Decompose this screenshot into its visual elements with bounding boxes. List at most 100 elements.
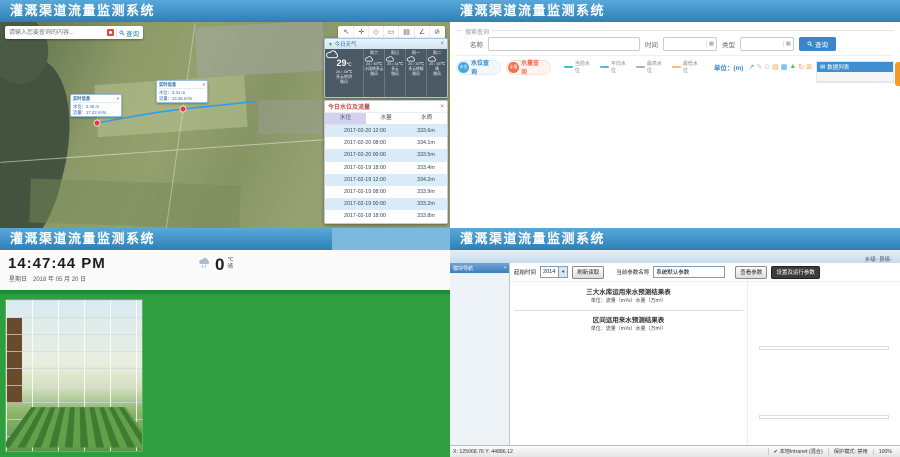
table-row[interactable]: 2017-02-19 00:00333.2m (325, 198, 447, 210)
type-label: 类型 (722, 39, 735, 49)
target-icon[interactable]: ⊙ (764, 63, 770, 71)
trend-icon[interactable]: ↗ (748, 63, 754, 71)
app-header: 灌溉渠道流量监测系统 (450, 228, 900, 250)
status-bar: X: 125068.76 Y: 44886.12 ✔ 本地Intranet (混… (450, 445, 900, 457)
interval-table-unit: 单位：流量（m³/s）水量（万m³） (514, 325, 743, 332)
start-time-label: 起始时间 (514, 268, 536, 276)
station-marker[interactable] (180, 106, 186, 112)
page-title: 灌溉渠道流量监测系统 (10, 231, 155, 246)
outdoor-temp-value: 0 (215, 257, 224, 273)
export-icon[interactable]: ⊞ (806, 63, 812, 71)
reservoir-chart-legend (759, 346, 889, 350)
refresh-icon[interactable]: ↻ (798, 63, 804, 71)
station-callout[interactable]: 实时信息 × 水位：2.31 m 流量：13.25 m³/s (156, 80, 208, 103)
interval-bar-chart (749, 353, 899, 415)
legend-label: 平均水位 (611, 60, 631, 74)
satellite-map[interactable]: 查询 ↖✛◇▭▤∠⊘ ▼ 今日天气 × 29℃ 26 / 35℃ 多云转阴 (0, 22, 450, 228)
interval-table-title: 区间运用来水预测结果表 (514, 314, 743, 324)
report-content: 三大水库运用来水预测结果表 单位：流量（m³/s）水量（万m³） 区间运用来水预… (510, 282, 900, 446)
calendar-icon[interactable]: ▦ (706, 41, 716, 47)
level-table-body: 2017-02-20 12:00333.6m2017-02-20 08:0033… (325, 125, 447, 223)
table-row[interactable]: 2017-02-19 18:00333.4m (325, 162, 447, 174)
level-query-pill[interactable]: 水位 水位查询 (456, 60, 501, 75)
weather-tri-icon: ▼ (328, 42, 333, 48)
forecast-wind: 微风 (385, 72, 405, 77)
table-row[interactable]: 2017-02-19 12:00334.2m (325, 174, 447, 186)
table-row[interactable]: 2017-02-18 18:00333.8m (325, 210, 447, 222)
param-input[interactable] (653, 266, 725, 278)
row-value: 333.8m (405, 213, 447, 219)
close-icon[interactable]: × (116, 96, 119, 102)
search-fieldset: 搜索查询 名称 时间 ▦ 类型 ▦ 查询 (456, 30, 894, 56)
storm-cloud-icon (198, 257, 212, 269)
row-value: 334.2m (405, 177, 447, 183)
status-coords: X: 125068.76 Y: 44886.12 (453, 449, 768, 455)
type-input[interactable] (741, 41, 783, 47)
name-input[interactable] (489, 41, 639, 47)
sensor-tile-grid (147, 299, 445, 452)
dropdown-icon[interactable]: ▦ (783, 41, 793, 47)
forecast-app-screen: 灌溉渠道流量监测系统 乡级- 县级- 模块导航 ▪ 起始时间 2 (450, 228, 900, 457)
legend-marker (636, 66, 645, 68)
data-list-title: 数据列表 (827, 63, 849, 71)
outdoor-temp-unit: ℃ (227, 257, 233, 264)
tab-水量[interactable]: 水量 (366, 113, 407, 124)
weather-panel-title: 今日天气 (334, 42, 356, 48)
volume-badge: 水量 (508, 62, 519, 73)
grid-view-icon[interactable]: ▦ (781, 63, 788, 71)
report-tables: 三大水库运用来水预测结果表 单位：流量（m³/s）水量（万m³） 区间运用来水预… (510, 282, 748, 446)
level-panel-tabs: 水位水量水质 (325, 113, 447, 125)
legend-item[interactable]: 最高水位 (636, 60, 667, 74)
section-divider (514, 310, 743, 311)
map-monitor-screen: 灌溉渠道流量监测系统 查询 (0, 0, 450, 228)
refresh-button[interactable]: 刷新读取 (572, 266, 604, 279)
station-marker[interactable] (94, 120, 100, 126)
row-value: 333.6m (405, 128, 447, 134)
table-row[interactable]: 2017-02-19 08:00333.9m (325, 186, 447, 198)
search-button[interactable]: 查询 (116, 28, 141, 38)
level-selector-label[interactable]: 乡级- 县级- (865, 255, 892, 263)
app-body: 模块导航 ▪ 起始时间 2014 ▼ 刷新读取 当前参数名称 查看参数 设置及运… (450, 263, 900, 446)
name-label: 名称 (470, 39, 483, 49)
four-screen-dashboard: 灌溉渠道流量监测系统 查询 (0, 0, 900, 457)
legend-item[interactable]: 当前水位 (564, 60, 595, 74)
forecast-day: 周日25 / 34℃多云微风 (384, 49, 405, 97)
table-row[interactable]: 2017-02-20 08:00334.1m (325, 137, 447, 149)
tab-水质[interactable]: 水质 (406, 113, 447, 124)
side-panel-handle[interactable] (895, 62, 900, 86)
chart-legend: 当前水位 平均水位 最高水位最低水位 (564, 60, 703, 74)
edit-icon[interactable]: ✎ (756, 63, 762, 71)
close-icon[interactable]: × (440, 103, 444, 110)
callout-flow: 流量：13.25 m³/s (159, 96, 205, 102)
query-button[interactable]: 查询 (799, 37, 836, 51)
callout-title: 实时信息 (159, 82, 176, 88)
chevron-down-icon: ▼ (558, 267, 567, 277)
time-input[interactable] (664, 41, 706, 47)
level-panel-title: 今日水位及流量 (328, 102, 370, 111)
view-param-button[interactable]: 查看参数 (735, 266, 767, 279)
weather-panel-header[interactable]: ▼ 今日天气 × (325, 39, 447, 49)
time-field-wrap: ▦ (663, 37, 717, 51)
legend-label: 最高水位 (647, 60, 667, 74)
run-param-button[interactable]: 设置及运行参数 (771, 266, 820, 279)
page-title: 灌溉渠道流量监测系统 (10, 3, 155, 18)
close-icon[interactable]: × (202, 82, 205, 88)
search-input[interactable] (7, 29, 105, 37)
table-view-icon[interactable]: ▤ (772, 63, 779, 71)
table-row[interactable]: 2017-02-20 12:00333.6m (325, 125, 447, 137)
status-zoom-level[interactable]: 100% (873, 449, 897, 455)
start-year-select[interactable]: 2014 ▼ (540, 266, 568, 278)
bar-view-icon[interactable]: ▲ (789, 63, 796, 71)
tab-水位[interactable]: 水位 (325, 113, 366, 124)
station-callout[interactable]: 实时信息 × 水位：2.40 m 流量：17.23 m³/s (70, 94, 122, 117)
legend-item[interactable]: 平均水位 (600, 60, 631, 74)
query-page-body: 搜索查询 名称 时间 ▦ 类型 ▦ 查询 (450, 22, 900, 228)
table-row[interactable]: 2017-02-20 00:00333.5m (325, 149, 447, 161)
app-header: 灌溉渠道流量监测系统 (0, 0, 450, 22)
outdoor-weather-desc: 晴 (227, 264, 233, 271)
legend-item[interactable]: 最低水位 (672, 60, 703, 74)
main-panel: 起始时间 2014 ▼ 刷新读取 当前参数名称 查看参数 设置及运行参数 三大水… (510, 263, 900, 446)
pin-icon[interactable]: ▪ (504, 265, 506, 271)
close-icon[interactable]: × (440, 41, 444, 47)
volume-query-pill[interactable]: 水量 水量查询 (506, 60, 551, 75)
